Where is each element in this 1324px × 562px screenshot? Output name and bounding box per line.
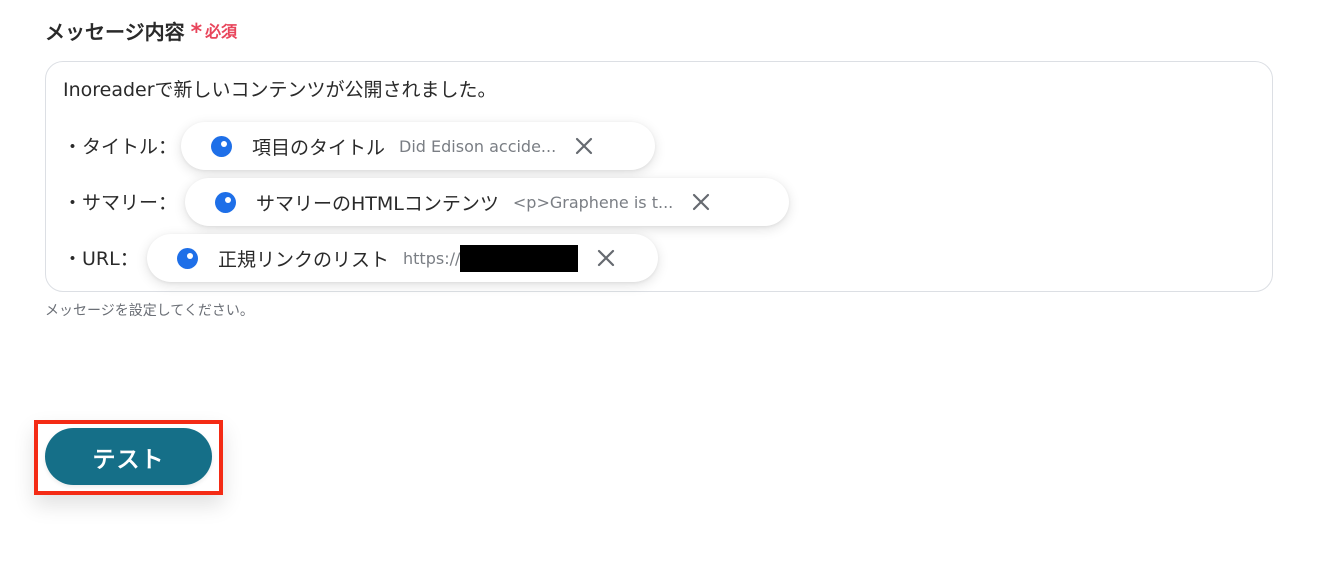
summary-variable-chip[interactable]: サマリーのHTMLコンテンツ <p>Graphene is t... bbox=[185, 178, 789, 226]
test-button[interactable]: テスト bbox=[45, 428, 212, 485]
title-variable-chip[interactable]: 項目のタイトル Did Edison accide... bbox=[181, 122, 655, 170]
message-textarea[interactable]: Inoreaderで新しいコンテンツが公開されました。 ・タイトル： 項目のタイ… bbox=[45, 61, 1273, 292]
required-badge: 必須 bbox=[205, 22, 238, 41]
chip-name: 項目のタイトル bbox=[252, 136, 386, 159]
redacted-block bbox=[460, 244, 579, 272]
chip-value: https:// bbox=[403, 248, 461, 268]
chip-value: <p>Graphene is t... bbox=[512, 192, 674, 212]
variable-dot-icon bbox=[215, 191, 236, 213]
variable-dot-icon bbox=[211, 135, 232, 157]
url-prefix: ・URL： bbox=[63, 248, 139, 270]
url-variable-chip[interactable]: 正規リンクのリスト https:// bbox=[147, 234, 658, 282]
close-icon[interactable] bbox=[570, 132, 598, 160]
chip-name: サマリーのHTMLコンテンツ bbox=[256, 192, 499, 215]
title-prefix: ・タイトル： bbox=[63, 136, 178, 158]
variable-dot-icon bbox=[177, 247, 198, 269]
close-icon[interactable] bbox=[687, 188, 715, 216]
chip-value: Did Edison accide... bbox=[399, 136, 557, 156]
field-label-text: メッセージ内容 bbox=[45, 19, 185, 44]
message-intro-line: Inoreaderで新しいコンテンツが公開されました。 bbox=[63, 79, 497, 101]
required-asterisk-icon: * bbox=[190, 20, 203, 45]
field-label: メッセージ内容 * 必須 bbox=[45, 16, 237, 44]
helper-text: メッセージを設定してください。 bbox=[45, 303, 254, 319]
chip-name: 正規リンクのリスト bbox=[218, 248, 390, 271]
summary-prefix: ・サマリー： bbox=[63, 192, 178, 214]
close-icon[interactable] bbox=[592, 244, 620, 272]
